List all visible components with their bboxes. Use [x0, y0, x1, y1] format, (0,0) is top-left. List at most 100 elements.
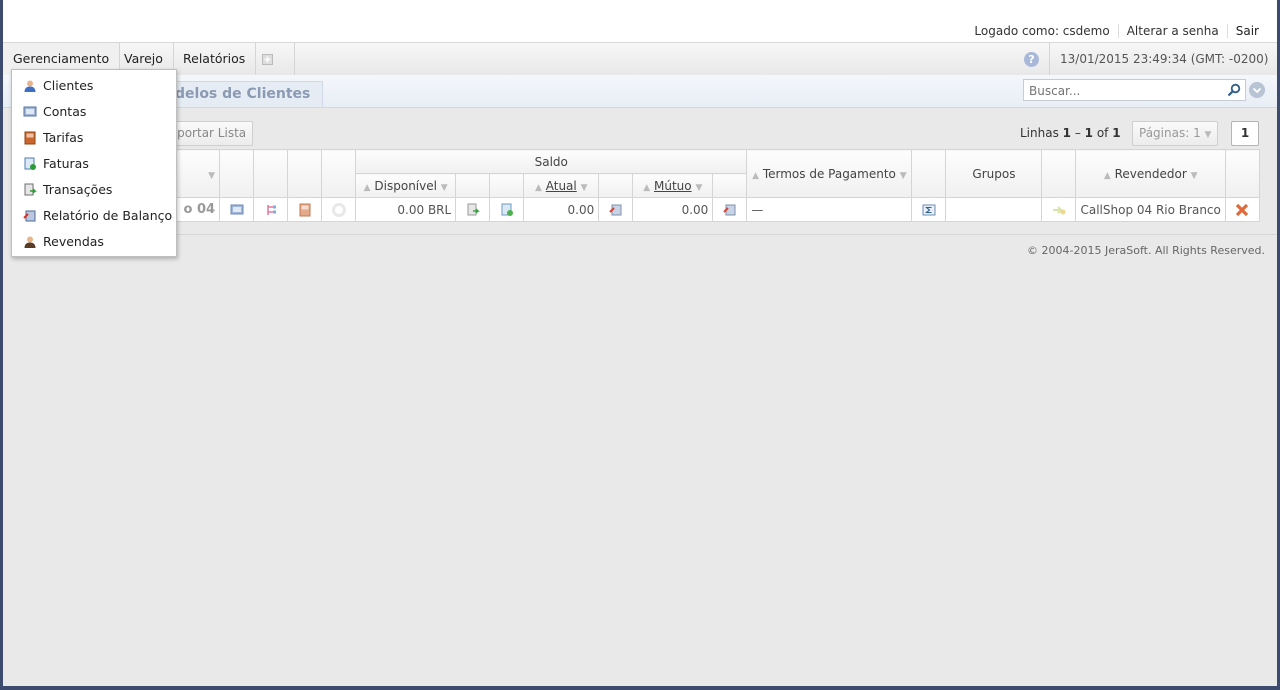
- add-tab-icon: [262, 54, 273, 65]
- col-header-blank-10: [598, 173, 634, 198]
- current-page-button[interactable]: 1: [1231, 121, 1259, 146]
- lines-to: 1: [1084, 126, 1094, 140]
- table-row[interactable]: o 04 0.00 BRL 0.00 0.00 — CallShop 04 Ri…: [14, 197, 1261, 222]
- book-icon: [299, 203, 311, 217]
- dropdown-item-revendas[interactable]: Revendas: [12, 229, 176, 255]
- search-icon[interactable]: [1227, 83, 1241, 97]
- lines-dash: –: [1071, 126, 1085, 140]
- tree-icon: [266, 204, 276, 215]
- search-box: [1023, 79, 1246, 101]
- payment-terms-header[interactable]: ▲ Termos de Pagamento ▼: [746, 149, 913, 198]
- available-header[interactable]: ▲ Disponível ▼: [355, 173, 457, 198]
- current-balance-cell: 0.00: [523, 197, 600, 222]
- book-icon: [24, 131, 36, 145]
- invoice-icon: [24, 157, 36, 170]
- dropdown-item-faturas[interactable]: Faturas: [12, 151, 176, 177]
- sort-desc-icon: ▼: [1190, 170, 1198, 181]
- menu-add-tab[interactable]: [252, 43, 295, 75]
- dropdown-item-tarifas[interactable]: Tarifas: [12, 125, 176, 151]
- transaction-icon: [24, 183, 37, 196]
- col-header-blank-9: [489, 173, 525, 198]
- dropdown-item-relatorio-balanco[interactable]: Relatório de Balanço: [12, 203, 176, 229]
- user-icon: [24, 80, 36, 92]
- sort-asc-icon: ▲: [1103, 170, 1111, 181]
- reseller-label: Revendedor: [1114, 166, 1187, 181]
- col-header-blank-4: [321, 149, 357, 198]
- lines-of: of: [1093, 126, 1113, 140]
- balance-add-cell[interactable]: [455, 197, 491, 222]
- lifebuoy-icon-cell[interactable]: [321, 197, 357, 222]
- tree-icon-cell[interactable]: [253, 197, 289, 222]
- change-password-link[interactable]: Alterar a senha: [1117, 24, 1227, 38]
- sort-desc-icon: ▼: [580, 182, 588, 193]
- payment-terms-label: Termos de Pagamento: [762, 166, 896, 181]
- lines-from: 1: [1062, 126, 1072, 140]
- col-header-blank-6: [1041, 149, 1077, 198]
- list-toolbar: xportar Lista Linhas 1 – 1 of 1 Páginas:…: [3, 118, 1277, 148]
- dropdown-item-label: Relatório de Balanço: [43, 208, 173, 223]
- edit-arrow-icon: [1052, 206, 1066, 215]
- current-header[interactable]: ▲ Atual ▼: [523, 173, 600, 198]
- invoice-cell[interactable]: [489, 197, 525, 222]
- dropdown-item-label: Revendas: [43, 234, 104, 249]
- lifebuoy-icon: [331, 202, 346, 217]
- delete-cell[interactable]: [1224, 197, 1261, 222]
- sort-desc-icon: ▼: [208, 170, 216, 181]
- logout-link[interactable]: Sair: [1226, 24, 1267, 38]
- invoice-icon: [501, 203, 513, 216]
- col-header-blank-7: [1224, 149, 1261, 198]
- clients-table: ▼ Saldo ▲ Termos de Pagamento ▼ Grupos ▲…: [14, 149, 1261, 222]
- chevron-down-icon[interactable]: [1249, 82, 1265, 98]
- accounts-icon: [230, 204, 244, 215]
- pages-label: Páginas: 1: [1139, 126, 1201, 140]
- dropdown-item-label: Clientes: [43, 78, 94, 93]
- pages-dropdown-icon: ▼: [1204, 130, 1212, 140]
- pages-select[interactable]: Páginas: 1 ▼: [1132, 121, 1219, 146]
- server-datetime: 13/01/2015 23:49:34 (GMT: -0200): [1049, 43, 1268, 75]
- lines-prefix: Linhas: [1020, 126, 1063, 140]
- col-header-blank-5: [911, 149, 947, 198]
- dropdown-item-label: Faturas: [43, 156, 89, 171]
- top-header: Logado como: csdemo Alterar a senha Sair: [3, 0, 1277, 42]
- search-input[interactable]: [1027, 81, 1221, 101]
- groups-cell: [945, 197, 1043, 222]
- col-header-blank-3: [287, 149, 323, 198]
- help-icon[interactable]: ?: [1024, 52, 1039, 67]
- col-header-blank-8: [455, 173, 491, 198]
- reseller-action-cell[interactable]: [1041, 197, 1077, 222]
- main-menu-bar: Gerenciamento Varejo Relatórios ? 13/01/…: [3, 42, 1277, 76]
- sort-asc-icon: ▲: [535, 182, 542, 193]
- col-header-blank-11: [712, 173, 748, 198]
- transaction-icon: [467, 203, 480, 216]
- reseller-header[interactable]: ▲ Revendedor ▼: [1075, 149, 1226, 198]
- saldo-group-header: Saldo: [355, 149, 748, 174]
- mutual-header[interactable]: ▲ Mútuo ▼: [632, 173, 714, 198]
- dropdown-item-transacoes[interactable]: Transações: [12, 177, 176, 203]
- dropdown-item-clientes[interactable]: Clientes: [12, 73, 176, 99]
- copyright: © 2004-2015 JeraSoft. All Rights Reserve…: [1027, 244, 1265, 257]
- user-links: Logado como: csdemo Alterar a senha Sair: [966, 24, 1267, 38]
- book-icon-cell[interactable]: [287, 197, 323, 222]
- reseller-icon: [24, 236, 36, 248]
- menu-relatorios[interactable]: Relatórios: [173, 43, 257, 75]
- transfer-icon: [723, 204, 736, 216]
- sort-desc-icon: ▼: [440, 182, 448, 193]
- dropdown-item-label: Tarifas: [43, 130, 84, 145]
- accounts-icon-cell[interactable]: [219, 197, 255, 222]
- logged-as-label: Logado como: csdemo: [974, 24, 1110, 38]
- lines-info: Linhas 1 – 1 of 1: [1020, 126, 1121, 140]
- transfer-icon: [609, 204, 622, 216]
- dropdown-item-label: Contas: [43, 104, 87, 119]
- dropdown-item-label: Transações: [43, 182, 113, 197]
- mutual-transfer-cell[interactable]: [712, 197, 748, 222]
- page-title-tab[interactable]: delos de Clientes: [168, 81, 324, 107]
- footer-divider: [15, 234, 1277, 235]
- accounts-icon: [23, 106, 37, 117]
- app-frame: Logado como: csdemo Alterar a senha Sair…: [3, 0, 1277, 686]
- current-transfer-cell[interactable]: [598, 197, 634, 222]
- sort-desc-icon: ▼: [899, 170, 907, 181]
- sum-icon-cell[interactable]: [911, 197, 947, 222]
- gerenciamento-dropdown: Clientes Contas Tarifas Faturas Transaçõ…: [11, 69, 177, 257]
- col-header-blank-1: [219, 149, 255, 198]
- dropdown-item-contas[interactable]: Contas: [12, 99, 176, 125]
